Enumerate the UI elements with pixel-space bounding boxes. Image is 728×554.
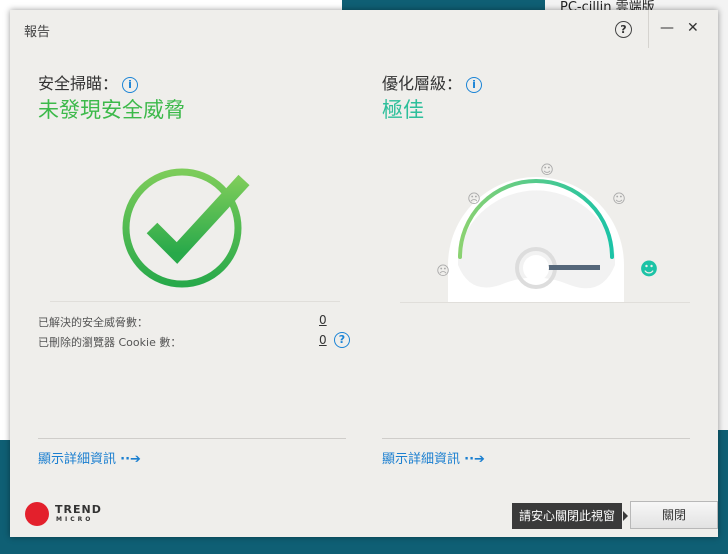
dialog-title: 報告 <box>24 25 51 40</box>
resolved-threats-value[interactable]: 0 <box>319 313 327 327</box>
help-icon[interactable]: ? <box>615 21 632 38</box>
security-details-link[interactable]: 顯示詳細資訊 ··➔ <box>38 448 141 467</box>
optimization-label: 優化層級： i <box>382 70 483 94</box>
security-divider <box>50 301 340 302</box>
security-scan-label: 安全掃瞄： i <box>38 70 139 94</box>
title-separator <box>648 10 649 48</box>
minimize-button[interactable]: — <box>660 20 674 36</box>
very-happy-face-icon: ☻ <box>640 259 659 280</box>
optimization-details-link[interactable]: 顯示詳細資訊 ··➔ <box>382 448 485 467</box>
optimization-status: 極佳 <box>382 98 424 122</box>
optimization-divider <box>400 302 690 303</box>
right-footer-divider <box>382 438 690 439</box>
happy-face-icon: ☺ <box>612 192 626 207</box>
close-button[interactable]: 關閉 <box>630 501 718 529</box>
security-status: 未發現安全威脅 <box>38 98 185 122</box>
arrow-right-icon: ··➔ <box>120 452 141 467</box>
close-tooltip: 請安心關閉此視窗 <box>512 503 628 529</box>
neutral-face-icon: ☺ <box>540 163 554 178</box>
resolved-threats-label: 已解決的安全威脅數： <box>38 316 148 329</box>
gauge-needle-hub <box>523 255 549 281</box>
info-icon[interactable]: i <box>466 76 483 93</box>
arrow-right-icon: ··➔ <box>464 452 485 467</box>
close-icon[interactable]: ✕ <box>687 20 699 36</box>
info-icon[interactable]: i <box>122 76 139 93</box>
report-dialog: 報告 ? — ✕ 安全掃瞄： i 未發現安全威脅 已解決的安全威脅數： 0 已刪除… <box>10 10 718 537</box>
left-footer-divider <box>38 438 346 439</box>
sad-face-icon: ☹ <box>467 192 481 207</box>
cookie-help-icon[interactable]: ? <box>334 332 350 348</box>
optimization-gauge: ☹ ☹ ☺ ☺ ☻ <box>436 163 659 303</box>
deleted-cookies-label: 已刪除的瀏覽器 Cookie 數： <box>38 336 182 349</box>
check-icon <box>122 168 250 288</box>
very-sad-face-icon: ☹ <box>436 264 450 279</box>
deleted-cookies-value[interactable]: 0 <box>319 333 327 347</box>
